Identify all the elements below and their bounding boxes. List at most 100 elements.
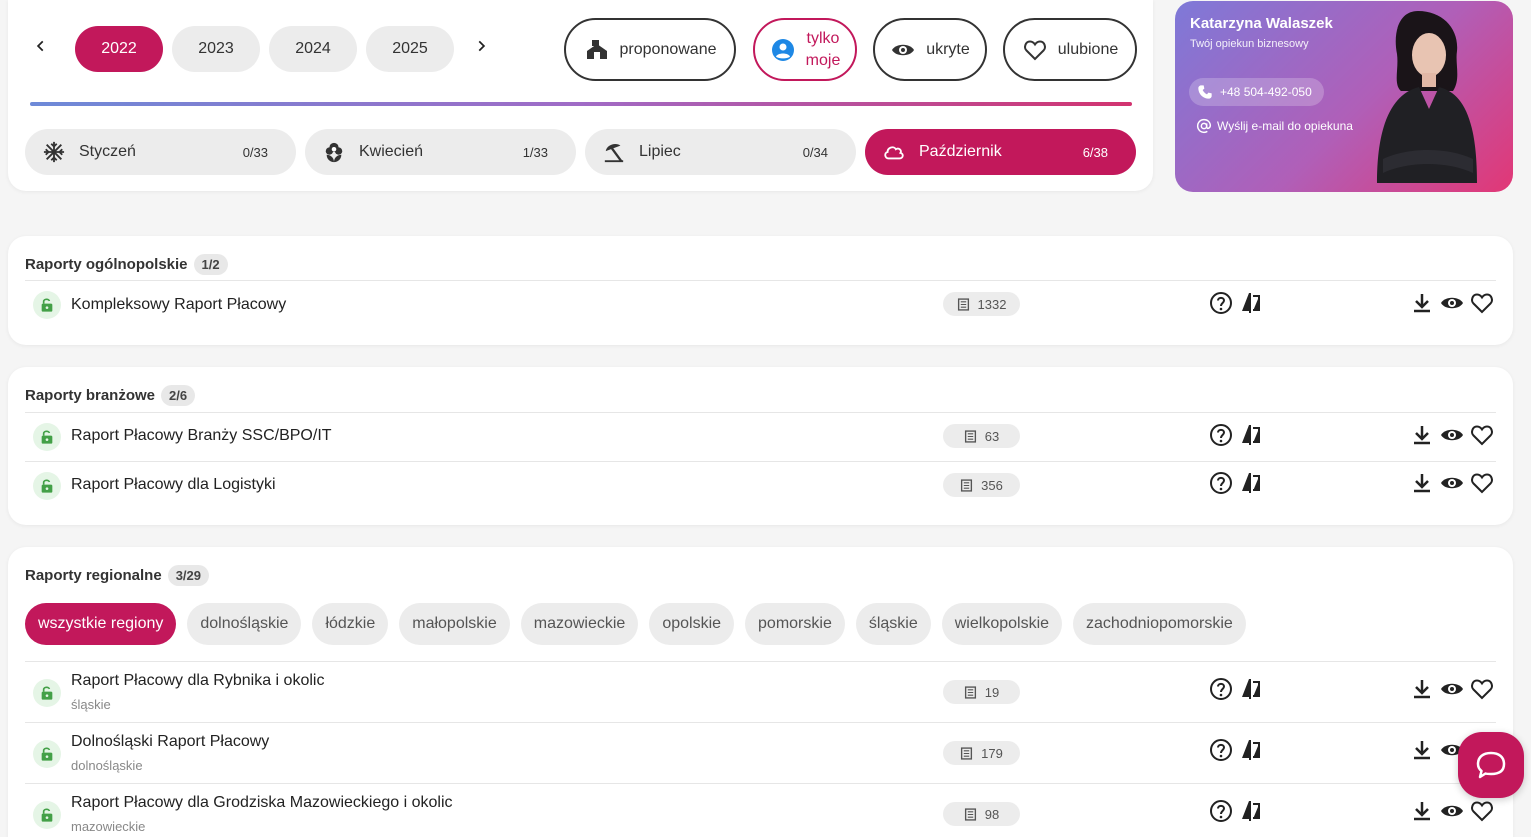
download-icon[interactable] <box>1409 422 1435 448</box>
compare-icon[interactable] <box>1238 798 1264 824</box>
snowflake-icon <box>41 139 67 165</box>
filter-tylko-moje[interactable]: tylko moje <box>753 18 857 81</box>
filter-tylko-line2: moje <box>805 51 841 69</box>
section-count-badge: 3/29 <box>167 565 210 586</box>
filter-ukryte-label: ukryte <box>926 40 970 58</box>
eye-icon[interactable] <box>1439 290 1465 316</box>
compare-icon[interactable] <box>1238 470 1264 496</box>
document-icon <box>964 429 976 443</box>
region-chip-zachodniopomorskie[interactable]: zachodniopomorskie <box>1073 603 1246 645</box>
chat-widget-button[interactable] <box>1458 732 1524 798</box>
report-row[interactable]: Kompleksowy Raport Płacowy 1332 <box>25 280 1496 329</box>
region-chip-pomorskie[interactable]: pomorskie <box>745 603 845 645</box>
heart-outline-icon[interactable] <box>1469 470 1495 496</box>
report-row[interactable]: Raport Płacowy dla Grodziska Mazowieckie… <box>25 783 1496 837</box>
compare-icon[interactable] <box>1238 676 1264 702</box>
cloud-icon <box>881 139 907 165</box>
region-chip-slaskie[interactable]: śląskie <box>855 603 931 645</box>
region-chip-all[interactable]: wszystkie regiony <box>25 603 177 645</box>
page-count: 19 <box>984 684 1000 700</box>
report-title[interactable]: Raport Płacowy dla Grodziska Mazowieckie… <box>71 794 453 812</box>
advisor-role: Twój opiekun biznesowy <box>1190 38 1309 50</box>
eye-icon[interactable] <box>1439 470 1465 496</box>
section-count-badge: 1/2 <box>193 254 228 275</box>
heart-outline-icon[interactable] <box>1469 676 1495 702</box>
help-icon[interactable] <box>1208 676 1234 702</box>
month-tab-pazdziernik[interactable]: Październik 6/38 <box>865 129 1136 175</box>
region-chip-wielkopolskie[interactable]: wielkopolskie <box>941 603 1063 645</box>
year-tab-2024[interactable]: 2024 <box>269 26 357 72</box>
download-icon[interactable] <box>1409 676 1435 702</box>
report-row[interactable]: Raport Płacowy dla Rybnika i okolic śląs… <box>25 661 1496 722</box>
download-icon[interactable] <box>1409 737 1435 763</box>
help-icon[interactable] <box>1208 290 1234 316</box>
advisor-photo <box>1377 11 1477 183</box>
compare-icon[interactable] <box>1238 422 1264 448</box>
month-tab-lipiec[interactable]: Lipiec 0/34 <box>585 129 856 175</box>
eye-icon[interactable] <box>1439 676 1465 702</box>
region-chip-dolnoslaskie[interactable]: dolnośląskie <box>187 603 302 645</box>
year-tab-2023[interactable]: 2023 <box>172 26 260 72</box>
recommended-icon <box>584 37 610 63</box>
next-years-button[interactable] <box>471 36 491 56</box>
report-title[interactable]: Raport Płacowy dla Rybnika i okolic <box>71 672 324 690</box>
month-tab-kwiecien[interactable]: Kwiecień 1/33 <box>305 129 576 175</box>
flower-icon <box>321 139 347 165</box>
report-row[interactable]: Raport Płacowy Branży SSC/BPO/IT 63 <box>25 412 1496 461</box>
month-count: 1/33 <box>522 144 548 160</box>
report-title[interactable]: Raport Płacowy Branży SSC/BPO/IT <box>71 427 332 445</box>
page-count: 179 <box>981 745 1003 761</box>
filter-tylko-moje-label: tylko moje <box>806 28 841 72</box>
page-count: 1332 <box>977 296 1007 312</box>
compare-icon[interactable] <box>1238 737 1264 763</box>
section-title: Raporty regionalne <box>25 567 162 584</box>
year-tab-2025[interactable]: 2025 <box>366 26 454 72</box>
help-icon[interactable] <box>1208 798 1234 824</box>
prev-years-button[interactable] <box>31 36 51 56</box>
advisor-phone-button[interactable]: +48 504-492-050 <box>1189 78 1324 106</box>
month-tab-styczen[interactable]: Styczeń 0/33 <box>25 129 296 175</box>
help-icon[interactable] <box>1208 422 1234 448</box>
report-title[interactable]: Raport Płacowy dla Logistyki <box>71 476 276 494</box>
advisor-email-link[interactable]: Wyślij e-mail do opiekuna <box>1196 118 1353 134</box>
month-count: 0/33 <box>242 144 268 160</box>
heart-outline-icon[interactable] <box>1469 290 1495 316</box>
user-circle-icon <box>770 37 796 63</box>
month-count: 0/34 <box>802 144 828 160</box>
download-icon[interactable] <box>1409 290 1435 316</box>
help-icon[interactable] <box>1208 737 1234 763</box>
region-chip-malopolskie[interactable]: małopolskie <box>399 603 510 645</box>
industry-reports-section: Raporty branżowe 2/6 Raport Płacowy Bran… <box>8 367 1513 525</box>
report-region: dolnośląskie <box>71 758 143 773</box>
document-icon <box>961 478 973 492</box>
document-icon <box>957 297 969 311</box>
region-chip-opolskie[interactable]: opolskie <box>649 603 735 645</box>
report-region: mazowieckie <box>71 819 146 834</box>
report-row[interactable]: Dolnośląski Raport Płacowy dolnośląskie … <box>25 722 1496 783</box>
heart-outline-icon[interactable] <box>1469 422 1495 448</box>
year-tab-2022[interactable]: 2022 <box>75 26 163 72</box>
advisor-phone-number: +48 504-492-050 <box>1220 85 1312 99</box>
report-title[interactable]: Kompleksowy Raport Płacowy <box>71 296 286 314</box>
download-icon[interactable] <box>1409 470 1435 496</box>
eye-icon[interactable] <box>1439 422 1465 448</box>
month-count: 6/38 <box>1082 144 1108 160</box>
page-count-badge: 98 <box>943 802 1020 826</box>
section-title: Raporty branżowe <box>25 387 156 404</box>
page-count-badge: 179 <box>943 741 1020 765</box>
page-count: 98 <box>984 806 1000 822</box>
report-row[interactable]: Raport Płacowy dla Logistyki 356 <box>25 461 1496 510</box>
compare-icon[interactable] <box>1238 290 1264 316</box>
download-icon[interactable] <box>1409 798 1435 824</box>
report-title[interactable]: Dolnośląski Raport Płacowy <box>71 733 269 751</box>
national-reports-section: Raporty ogólnopolskie 1/2 Kompleksowy Ra… <box>8 236 1513 345</box>
region-chip-lodzkie[interactable]: łódzkie <box>312 603 389 645</box>
heart-outline-icon[interactable] <box>1469 798 1495 824</box>
filter-ukryte[interactable]: ukryte <box>873 18 987 81</box>
region-chip-mazowieckie[interactable]: mazowieckie <box>520 603 639 645</box>
filter-ulubione[interactable]: ulubione <box>1003 18 1137 81</box>
eye-icon[interactable] <box>1439 798 1465 824</box>
filter-proponowane[interactable]: proponowane <box>564 18 736 81</box>
help-icon[interactable] <box>1208 470 1234 496</box>
section-title: Raporty ogólnopolskie <box>25 256 188 273</box>
